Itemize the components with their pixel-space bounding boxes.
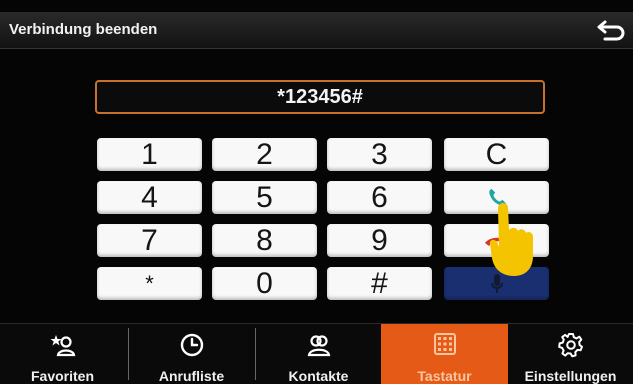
back-arrow-icon[interactable] xyxy=(597,17,627,43)
nav-keypad-label: Tastatur xyxy=(417,368,472,384)
dialed-number: *123456# xyxy=(277,86,363,108)
key-8[interactable]: 8 xyxy=(212,224,317,257)
nav-contacts[interactable]: Kontakte xyxy=(256,324,381,384)
key-7[interactable]: 7 xyxy=(97,224,202,257)
nav-keypad[interactable]: Tastatur xyxy=(381,324,508,384)
nav-call-log[interactable]: Anrufliste xyxy=(129,324,254,384)
title-bar: Verbindung beenden xyxy=(0,12,633,49)
nav-call-log-label: Anrufliste xyxy=(158,368,225,384)
key-9[interactable]: 9 xyxy=(327,224,432,257)
keypad-icon xyxy=(433,332,457,361)
key-5[interactable]: 5 xyxy=(212,181,317,214)
key-3[interactable]: 3 xyxy=(327,138,432,171)
clear-key[interactable]: C xyxy=(444,138,549,171)
key-2[interactable]: 2 xyxy=(212,138,317,171)
number-display[interactable]: *123456# xyxy=(95,80,545,114)
key-6[interactable]: 6 xyxy=(327,181,432,214)
key-0[interactable]: 0 xyxy=(212,267,317,300)
gear-icon xyxy=(557,332,584,363)
clock-icon xyxy=(179,332,205,363)
nav-favorites-label: Favoriten xyxy=(30,368,94,384)
bottom-navigation: Favoriten Anrufliste Kontakte Tastatur E… xyxy=(0,323,633,384)
nav-contacts-label: Kontakte xyxy=(288,368,349,384)
nav-settings[interactable]: Einstellungen xyxy=(508,324,633,384)
key-star[interactable]: * xyxy=(97,267,202,300)
favorites-icon xyxy=(50,332,76,363)
nav-settings-label: Einstellungen xyxy=(524,368,617,384)
nav-favorites[interactable]: Favoriten xyxy=(0,324,125,384)
key-4[interactable]: 4 xyxy=(97,181,202,214)
key-hash[interactable]: # xyxy=(327,267,432,300)
pointing-hand-icon xyxy=(486,200,536,278)
page-title: Verbindung beenden xyxy=(9,21,158,38)
contacts-icon xyxy=(306,332,332,363)
key-1[interactable]: 1 xyxy=(97,138,202,171)
